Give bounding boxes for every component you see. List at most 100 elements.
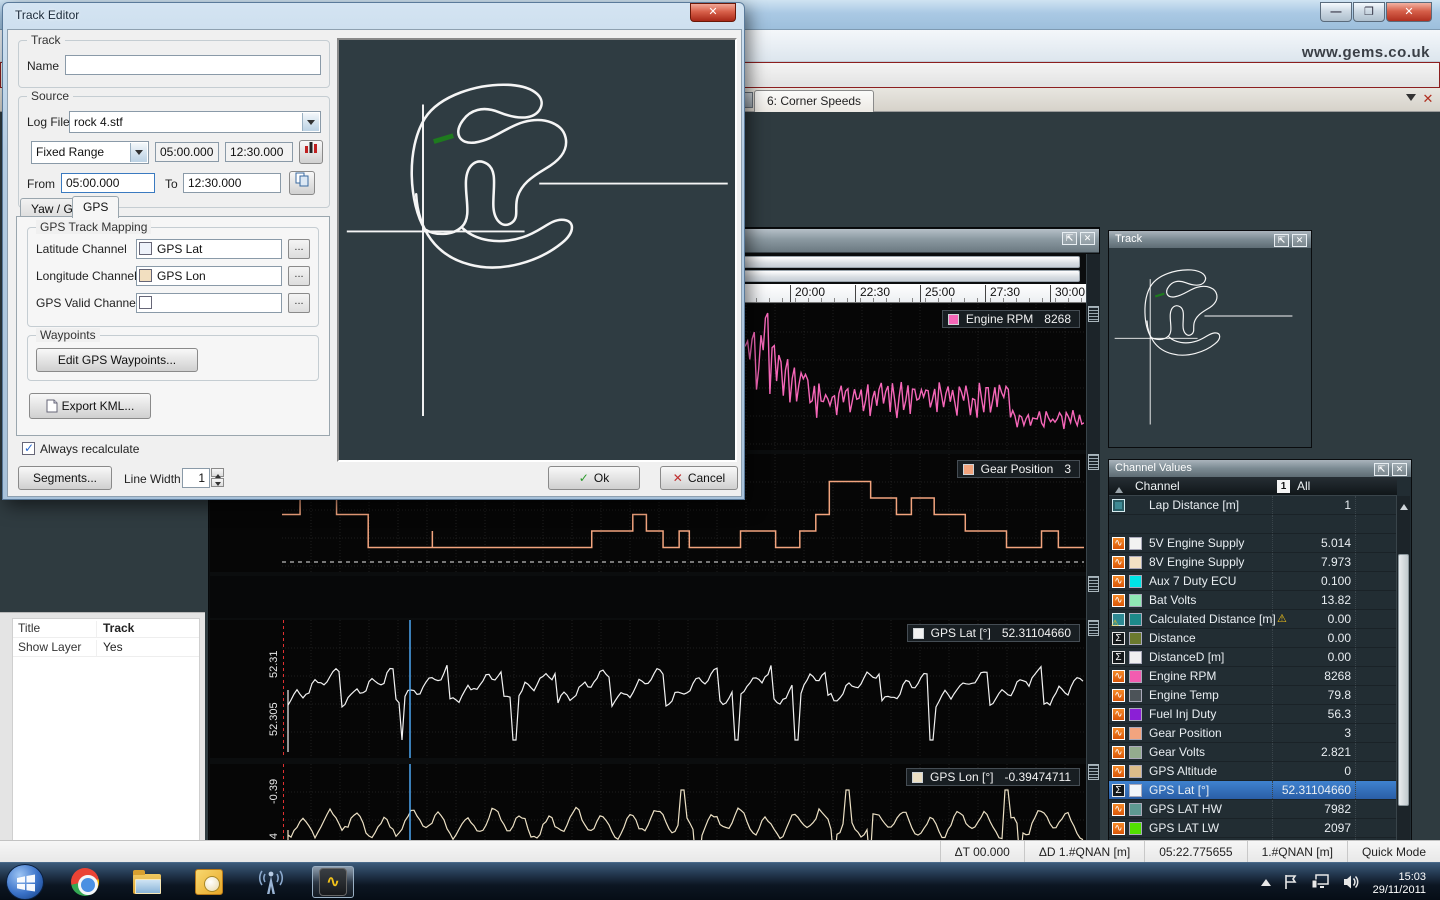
close-button[interactable]: ✕ <box>1386 2 1432 22</box>
channel-row-gps-altitude[interactable]: ∿GPS Altitude0 <box>1109 762 1397 781</box>
column-divider <box>1355 496 1356 514</box>
gps-valid-channel-field[interactable] <box>136 293 282 313</box>
legend-gear[interactable]: Gear Position3 <box>957 460 1080 478</box>
range-start-field[interactable]: 05:00.000 <box>155 142 219 162</box>
tab-corner-speeds[interactable]: 6: Corner Speeds <box>754 90 874 112</box>
start-button[interactable] <box>6 864 44 900</box>
segments-button[interactable]: Segments... <box>18 466 112 490</box>
channel-row-distance[interactable]: ΣDistance0.00 <box>1109 629 1397 648</box>
dropdown-arrow-icon[interactable] <box>302 113 319 131</box>
log-file-combo[interactable]: rock 4.stf <box>69 111 321 133</box>
tab-list-dropdown-icon[interactable] <box>1406 94 1416 106</box>
channel-row-bat-volts[interactable]: ∿Bat Volts13.82 <box>1109 591 1397 610</box>
line-width-input[interactable]: 1 <box>182 468 210 488</box>
channel-row-5v-engine-supply[interactable]: ∿5V Engine Supply5.014 <box>1109 534 1397 553</box>
col-channel-header[interactable]: Channel <box>1135 479 1180 493</box>
spin-up-icon[interactable] <box>211 468 224 477</box>
pane-splitter-grip[interactable] <box>1088 306 1099 322</box>
pane-splitter-grip[interactable] <box>1088 454 1099 470</box>
from-input[interactable]: 05:00.000 <box>61 173 155 193</box>
tray-clock[interactable]: 15:03 29/11/2011 <box>1373 867 1426 897</box>
volume-icon[interactable] <box>1343 874 1361 890</box>
taskbar-explorer-button[interactable] <box>126 866 168 898</box>
property-row-show-layer[interactable]: Show LayerYes <box>13 638 199 657</box>
channel-color-swatch <box>1129 727 1142 740</box>
property-value: Yes <box>97 640 123 656</box>
taskbar-chrome-button[interactable] <box>64 866 106 898</box>
taskbar-wireless-button[interactable] <box>250 866 292 898</box>
line-width-spinner[interactable] <box>211 468 224 488</box>
always-recalculate-checkbox[interactable] <box>22 442 35 455</box>
dropdown-arrow-icon[interactable] <box>130 143 147 162</box>
channel-row-8v-engine-supply[interactable]: ∿8V Engine Supply7.973 <box>1109 553 1397 572</box>
tab-close-icon[interactable]: ✕ <box>1420 91 1436 107</box>
col-all-header[interactable]: All <box>1297 479 1310 493</box>
pane-splitter-grip[interactable] <box>1088 576 1099 592</box>
channel-row-gear-position[interactable]: ∿Gear Position3 <box>1109 724 1397 743</box>
channel-row-lap-distance-m[interactable]: Lap Distance [m]1 <box>1109 496 1397 515</box>
gps-lat-pane[interactable]: GPS Lat [°]52.3110466052.3152.305 <box>210 620 1086 758</box>
range-end-field[interactable]: 12:30.000 <box>225 142 293 162</box>
sort-asc-icon[interactable] <box>1115 483 1123 493</box>
action-center-flag-icon[interactable] <box>1283 874 1299 890</box>
ruler-tick-label: 20:00 <box>790 285 825 302</box>
to-input[interactable]: 12:30.000 <box>183 173 281 193</box>
export-kml-button[interactable]: Export KML... <box>29 393 151 419</box>
range-mode-combo[interactable]: Fixed Range <box>31 141 149 164</box>
channel-row-fuel-inj-duty[interactable]: ∿Fuel Inj Duty56.3 <box>1109 705 1397 724</box>
channel-row-gps-lat-hw[interactable]: ∿GPS LAT HW7982 <box>1109 800 1397 819</box>
close-icon[interactable]: ✕ <box>1080 232 1095 245</box>
range-graph-button[interactable] <box>299 140 323 164</box>
close-icon[interactable]: ✕ <box>1292 234 1307 247</box>
channel-row-gps-lat[interactable]: ΣGPS Lat [°]52.31104660 <box>1109 781 1397 800</box>
pane-splitter-grip[interactable] <box>1088 620 1099 636</box>
latitude-channel-field[interactable]: GPS Lat <box>136 239 282 259</box>
channel-value: 3 <box>1259 726 1351 740</box>
channel-table-header[interactable]: Channel 1 All <box>1109 477 1397 496</box>
ok-button[interactable]: ✓Ok <box>548 466 640 490</box>
float-icon[interactable]: ⇱ <box>1274 234 1289 247</box>
legend-lon[interactable]: GPS Lon [°]-0.39474711 <box>906 768 1080 786</box>
browse-valid-button[interactable]: ... <box>288 293 310 313</box>
channel-value: 56.3 <box>1259 707 1351 721</box>
channel-row-distanced-m[interactable]: ΣDistanceD [m]0.00 <box>1109 648 1397 667</box>
float-icon[interactable]: ⇱ <box>1374 463 1389 476</box>
taskbar-gems-button[interactable]: ∿ <box>312 866 354 898</box>
scroll-up-icon[interactable] <box>1400 500 1408 510</box>
legend-lat[interactable]: GPS Lat [°]52.31104660 <box>907 624 1080 642</box>
network-icon[interactable] <box>1311 874 1331 890</box>
close-icon[interactable]: ✕ <box>1392 463 1407 476</box>
property-row-title[interactable]: TitleTrack <box>13 619 199 638</box>
property-value: Track <box>97 621 134 637</box>
channel-row-calculated-distance-m[interactable]: ⚠Calculated Distance [m]0.00⚠ <box>1109 610 1397 629</box>
dialog-close-button[interactable]: ✕ <box>690 3 736 22</box>
taskbar-outlook-button[interactable] <box>188 866 230 898</box>
copy-range-button[interactable] <box>289 171 315 195</box>
channel-row-aux-7-duty-ecu[interactable]: ∿Aux 7 Duty ECU0.100 <box>1109 572 1397 591</box>
minimize-button[interactable]: — <box>1320 2 1352 22</box>
longitude-channel-field[interactable]: GPS Lon <box>136 266 282 286</box>
channel-row-gear-volts[interactable]: ∿Gear Volts2.821 <box>1109 743 1397 762</box>
column-divider <box>1355 724 1356 742</box>
tab-gps[interactable]: GPS <box>72 196 119 218</box>
cancel-button[interactable]: ✕Cancel <box>660 466 738 490</box>
signal-channel-icon: ∿ <box>1112 803 1125 816</box>
pane-splitter-grip[interactable] <box>1088 764 1099 780</box>
channel-scroll-thumb[interactable] <box>1398 554 1409 806</box>
channel-row-engine-rpm[interactable]: ∿Engine RPM8268 <box>1109 667 1397 686</box>
edit-gps-waypoints-button[interactable]: Edit GPS Waypoints... <box>36 348 198 372</box>
float-icon[interactable]: ⇱ <box>1062 232 1077 245</box>
track-name-input[interactable] <box>65 55 321 75</box>
channel-panel-titlebar[interactable]: Channel Values ⇱ ✕ <box>1109 460 1411 477</box>
column-divider <box>1355 781 1356 799</box>
vertical-scrollbar[interactable] <box>1086 254 1100 900</box>
track-panel-titlebar[interactable]: Track ⇱ ✕ <box>1109 231 1311 248</box>
browse-longitude-button[interactable]: ... <box>288 266 310 286</box>
channel-row-engine-temp[interactable]: ∿Engine Temp79.8 <box>1109 686 1397 705</box>
tray-expand-icon[interactable] <box>1261 874 1271 886</box>
restore-button[interactable]: ❐ <box>1353 2 1385 22</box>
spin-down-icon[interactable] <box>211 478 224 487</box>
browse-latitude-button[interactable]: ... <box>288 239 310 259</box>
legend-rpm[interactable]: Engine RPM8268 <box>942 310 1080 328</box>
channel-row-gps-lat-lw[interactable]: ∿GPS LAT LW2097 <box>1109 819 1397 838</box>
